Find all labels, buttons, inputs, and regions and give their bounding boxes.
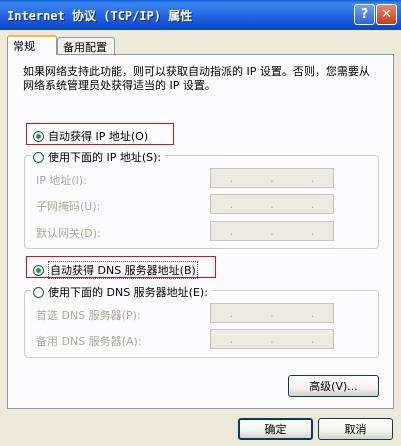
ip-dot: . xyxy=(270,224,274,238)
manual-ip-label: 使用下面的 IP 地址(S): xyxy=(48,151,162,164)
default-gateway-input[interactable]: ... xyxy=(210,221,334,241)
manual-dns-radio[interactable]: 使用下面的 DNS 服务器地址(E): xyxy=(31,284,211,300)
preferred-dns-label: 首选 DNS 服务器(P): xyxy=(36,309,141,322)
tab-alternate-config-label: 备用配置 xyxy=(63,41,107,54)
ip-dot: . xyxy=(310,332,315,346)
tab-general-label: 常规 xyxy=(13,40,35,53)
ip-dot: . xyxy=(310,224,315,238)
ip-dot: . xyxy=(229,306,234,320)
tab-alternate-config[interactable]: 备用配置 xyxy=(57,37,115,54)
advanced-button[interactable]: 高级(V)... xyxy=(288,375,379,397)
ok-button[interactable]: 确定 xyxy=(238,418,313,440)
radio-checked-icon xyxy=(33,264,44,276)
auto-ip-radio[interactable]: 自动获得 IP 地址(O) xyxy=(33,128,148,144)
tab-general[interactable]: 常规 xyxy=(7,35,57,55)
manual-dns-label: 使用下面的 DNS 服务器地址(E): xyxy=(48,286,208,299)
ip-dot: . xyxy=(229,332,234,346)
window-title: Internet 协议 (TCP/IP) 属性 xyxy=(7,9,193,23)
auto-dns-radio[interactable]: 自动获得 DNS 服务器地址(B) xyxy=(33,261,198,279)
ip-address-label: IP 地址(I): xyxy=(36,174,87,187)
cancel-button-label: 取消 xyxy=(344,423,367,436)
radio-unchecked-icon xyxy=(33,151,44,163)
help-button[interactable]: ? xyxy=(354,4,375,25)
ip-dot: . xyxy=(229,197,234,211)
auto-dns-label: 自动获得 DNS 服务器地址(B) xyxy=(48,261,198,279)
subnet-mask-input[interactable]: ... xyxy=(210,194,334,214)
description-text: 如果网络支持此功能，则可以获取自动指派的 IP 设置。否则，您需要从网络系统管理… xyxy=(23,65,370,92)
subnet-mask-label: 子网掩码(U): xyxy=(36,200,101,213)
close-button[interactable]: ✕ xyxy=(376,4,397,25)
ip-dot: . xyxy=(310,306,315,320)
ip-dot: . xyxy=(310,171,315,185)
ip-address-input[interactable]: ... xyxy=(210,168,334,188)
title-bar: Internet 协议 (TCP/IP) 属性 ? ✕ xyxy=(0,0,401,30)
manual-ip-radio[interactable]: 使用下面的 IP 地址(S): xyxy=(31,149,165,165)
close-icon: ✕ xyxy=(381,7,392,22)
advanced-button-label: 高级(V)... xyxy=(309,380,358,393)
ip-dot: . xyxy=(270,171,274,185)
ip-dot: . xyxy=(229,224,234,238)
cancel-button[interactable]: 取消 xyxy=(318,418,393,440)
ip-dot: . xyxy=(270,306,274,320)
ok-button-label: 确定 xyxy=(264,423,287,436)
radio-unchecked-icon xyxy=(33,286,44,298)
ip-dot: . xyxy=(270,197,274,211)
ip-dot: . xyxy=(270,332,274,346)
ip-dot: . xyxy=(229,171,234,185)
alternate-dns-label: 备用 DNS 服务器(A): xyxy=(36,335,142,348)
alternate-dns-input[interactable]: ... xyxy=(210,329,334,349)
ip-dot: . xyxy=(310,197,315,211)
dialog-window: Internet 协议 (TCP/IP) 属性 ? ✕ 常规 备用配置 如果网络… xyxy=(0,0,401,446)
preferred-dns-input[interactable]: ... xyxy=(210,303,334,323)
radio-checked-icon xyxy=(33,130,44,142)
auto-ip-label: 自动获得 IP 地址(O) xyxy=(48,130,149,143)
default-gateway-label: 默认网关(D): xyxy=(36,227,101,240)
help-icon: ? xyxy=(360,7,369,22)
